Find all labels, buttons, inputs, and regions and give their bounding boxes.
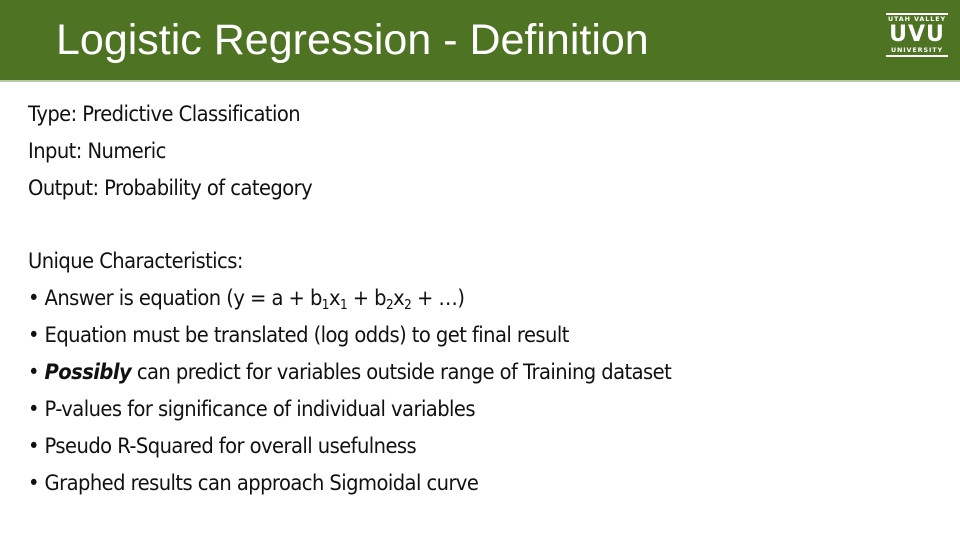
bullet-item: • Possibly can predict for variables outs… bbox=[28, 354, 672, 391]
title-bar: Logistic Regression - Definition UTAH VA… bbox=[0, 0, 960, 80]
bullet-item: • Answer is equation (y = a + b1x1 + b2x2… bbox=[28, 280, 671, 317]
bullet-item: • P-values for significance of individual… bbox=[28, 391, 671, 428]
logo-main-text: UVU bbox=[889, 22, 945, 47]
bullet-item: • Pseudo R-Squared for overall usefulness bbox=[28, 428, 671, 465]
bullet-item: • Equation must be translated (log odds) … bbox=[28, 317, 671, 354]
logo-rule-bottom bbox=[886, 55, 948, 57]
emphasis-word: Possibly bbox=[44, 360, 132, 384]
subscript: 1 bbox=[321, 298, 330, 313]
bullet-text: can predict for variables outside range … bbox=[136, 360, 672, 384]
header-divider bbox=[0, 80, 960, 82]
bullet-icon: • bbox=[28, 434, 40, 458]
bullet-text: Equation must be translated (log odds) t… bbox=[44, 323, 570, 347]
input-line: Input: Numeric bbox=[28, 139, 166, 163]
bullet-icon: • bbox=[28, 360, 40, 384]
equation-suffix: + …) bbox=[411, 286, 465, 310]
equation-plus: + b bbox=[347, 286, 387, 310]
characteristics-heading: Unique Characteristics: bbox=[28, 249, 243, 273]
equation-prefix: Answer is equation (y = a + b bbox=[44, 286, 323, 310]
bullet-text: Graphed results can approach Sigmoidal c… bbox=[44, 471, 479, 495]
bullet-icon: • bbox=[28, 471, 40, 495]
bullet-text: Pseudo R-Squared for overall usefulness bbox=[44, 434, 417, 458]
equation-x: x bbox=[328, 286, 341, 310]
bullet-icon: • bbox=[28, 323, 40, 347]
output-line: Output: Probability of category bbox=[28, 176, 313, 200]
equation-x: x bbox=[393, 286, 405, 310]
bullet-text: P-values for significance of individual … bbox=[44, 397, 476, 421]
uvu-logo: UTAH VALLEY UVU UNIVERSITY bbox=[884, 13, 950, 69]
type-line: Type: Predictive Classification bbox=[28, 102, 301, 126]
logo-bottom-text: UNIVERSITY bbox=[890, 46, 944, 54]
bullet-icon: • bbox=[28, 397, 40, 421]
slide-title: Logistic Regression - Definition bbox=[56, 16, 649, 64]
bullet-item: • Graphed results can approach Sigmoidal … bbox=[28, 465, 671, 502]
bullet-icon: • bbox=[28, 286, 40, 310]
subscript: 2 bbox=[386, 298, 394, 313]
slide-body: Type: Predictive Classification Input: N… bbox=[28, 96, 672, 502]
